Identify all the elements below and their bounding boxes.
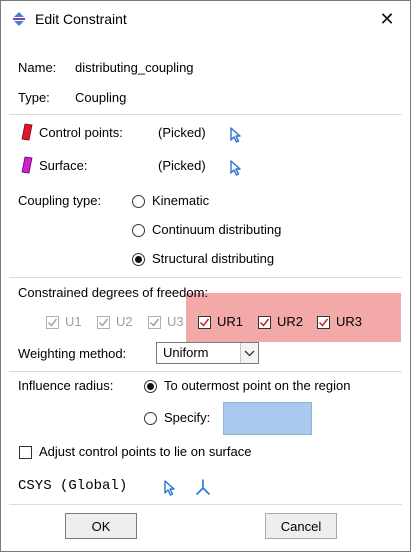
name-value: distributing_coupling [75,60,194,75]
checkbox-ur2[interactable] [258,316,271,329]
ur1-label[interactable]: UR1 [217,314,243,329]
divider [9,371,402,372]
coupling-type-label: Coupling type: [18,193,102,208]
control-points-value: (Picked) [158,125,206,140]
edit-constraint-dialog: Edit Constraint ✕ Name: distributing_cou… [0,0,411,552]
divider [9,277,402,278]
radio-structural-distributing[interactable] [132,253,145,266]
ok-button[interactable]: OK [65,513,137,539]
close-button[interactable]: ✕ [364,1,410,37]
radio-outermost-label[interactable]: To outermost point on the region [164,378,350,393]
checkmark-icon [318,318,329,327]
radio-outermost-point[interactable] [144,380,157,393]
checkmark-icon [199,318,210,327]
checkmark-icon [259,318,270,327]
influence-radius-input[interactable] [223,402,312,435]
ok-button-label[interactable]: OK [92,519,111,534]
checkbox-ur1[interactable] [198,316,211,329]
pick-arrow-icon[interactable] [228,127,244,143]
type-value: Coupling [75,90,127,105]
cancel-button[interactable]: Cancel [265,513,337,539]
pick-arrow-icon[interactable] [228,160,244,176]
chevron-down-icon [244,350,255,357]
u1-label: U1 [65,314,82,329]
adjust-control-points-label[interactable]: Adjust control points to lie on surface [39,444,251,459]
checkbox-u1[interactable] [46,316,59,329]
cancel-button-label[interactable]: Cancel [281,519,321,534]
radio-continuum-distributing[interactable] [132,224,145,237]
radio-kinematic-label[interactable]: Kinematic [152,193,209,208]
close-icon[interactable]: ✕ [379,9,394,30]
checkbox-adjust-control-points[interactable] [19,446,32,459]
influence-radius-label: Influence radius: [18,378,114,393]
ur3-label[interactable]: UR3 [336,314,362,329]
weighting-method-select[interactable]: Uniform [156,342,259,364]
name-label: Name: [18,60,57,75]
dof-label: Constrained degrees of freedom: [18,285,209,300]
ur2-label[interactable]: UR2 [277,314,303,329]
csys-axes-icon[interactable] [194,478,212,496]
checkmark-icon [47,318,58,327]
u3-label: U3 [167,314,184,329]
radio-kinematic[interactable] [132,195,145,208]
divider [9,114,402,115]
dropdown-button[interactable] [240,343,258,363]
radio-specify-label[interactable]: Specify: [164,410,210,425]
constraint-app-icon [13,12,25,26]
weighting-method-value[interactable]: Uniform [163,345,209,360]
surface-value: (Picked) [158,158,206,173]
red-marker-icon [21,123,33,141]
radio-continuum-label[interactable]: Continuum distributing [152,222,281,237]
checkbox-u2[interactable] [97,316,110,329]
checkbox-u3[interactable] [148,316,161,329]
dialog-title: Edit Constraint [35,11,127,27]
magenta-surface-icon [21,156,33,174]
type-label: Type: [18,90,50,105]
csys-label: CSYS (Global) [18,478,128,494]
checkmark-icon [98,318,109,327]
control-points-label: Control points: [39,125,123,140]
title-bar[interactable]: Edit Constraint ✕ [1,1,410,37]
surface-label: Surface: [39,158,88,173]
checkbox-ur3[interactable] [317,316,330,329]
weighting-method-label: Weighting method: [18,346,127,361]
checkmark-icon [149,318,160,327]
radio-structural-label[interactable]: Structural distributing [152,251,274,266]
u2-label: U2 [116,314,133,329]
divider [9,504,402,505]
radio-specify[interactable] [144,412,157,425]
pick-arrow-icon[interactable] [162,480,178,496]
